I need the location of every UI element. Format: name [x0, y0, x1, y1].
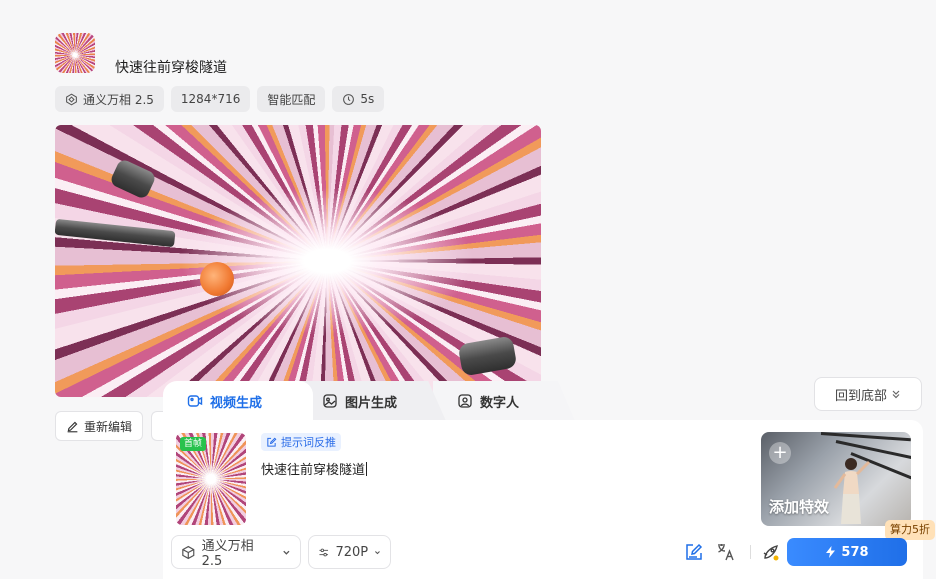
- duration-tag-label: 5s: [360, 92, 375, 106]
- back-to-bottom-label: 回到底部: [834, 388, 887, 404]
- generate-cost: 578: [841, 544, 869, 560]
- tunnel-pipe: [55, 218, 176, 248]
- discount-badge: 算力5折: [885, 520, 935, 540]
- toolbar-divider: [750, 545, 751, 559]
- translate-button[interactable]: [715, 541, 737, 563]
- resolution-select-value: 720P: [335, 544, 369, 560]
- model-select[interactable]: 通义万相 2.5: [171, 535, 301, 569]
- boost-button[interactable]: [760, 541, 782, 563]
- back-to-bottom-button[interactable]: 回到底部: [814, 377, 922, 411]
- tab-video-generation-label: 视频生成: [210, 395, 263, 411]
- tab-image-generation-label: 图片生成: [345, 395, 398, 411]
- tab-digital-human-label: 数字人: [480, 395, 520, 411]
- tunnel-light-orb: [200, 262, 234, 296]
- task-avatar: [55, 33, 95, 73]
- model-tag: 通义万相 2.5: [55, 86, 164, 112]
- composer-tabs: 数字人 图片生成 视频生成: [163, 381, 575, 421]
- image-icon: [323, 394, 337, 408]
- video-preview[interactable]: [55, 125, 541, 397]
- re-edit-label: 重新编辑: [84, 419, 133, 434]
- first-frame-thumbnail[interactable]: 首帧: [176, 433, 246, 525]
- edit-note-icon: [686, 543, 703, 560]
- task-title: 快速往前穿梭隧道: [115, 60, 227, 76]
- ratio-tag: 智能匹配: [257, 86, 326, 112]
- pencil-icon: [67, 421, 78, 432]
- resolution-tag-label: 1284*716: [180, 92, 241, 106]
- ceiling-beam: [820, 432, 911, 442]
- duration-tag: 5s: [332, 86, 385, 112]
- model-select-value: 通义万相 2.5: [201, 539, 254, 569]
- text-caret: [366, 462, 368, 476]
- clock-icon: [343, 93, 355, 105]
- chevron-down-icon: [283, 550, 290, 555]
- add-effect-card[interactable]: + 添加特效: [761, 432, 911, 526]
- re-edit-button[interactable]: 重新编辑: [55, 411, 144, 441]
- tab-digital-human[interactable]: 数字人: [433, 381, 575, 421]
- tunnel-pipe: [457, 335, 518, 377]
- sliders-icon: [319, 548, 329, 556]
- prompt-text: 快速往前穿梭隧道: [261, 463, 366, 478]
- prompt-edit-button[interactable]: [683, 541, 705, 563]
- add-effect-label: 添加特效: [769, 498, 830, 516]
- resolution-tag: 1284*716: [170, 86, 251, 112]
- task-meta-tags: 通义万相 2.5 1284*716 智能匹配 5s: [55, 86, 385, 112]
- lightning-icon: [826, 546, 836, 558]
- generate-button[interactable]: 578: [787, 538, 907, 566]
- digital-human-icon: [458, 394, 472, 408]
- cube-icon: [182, 545, 195, 559]
- prompt-reverse-label: 提示词反推: [281, 436, 336, 449]
- translate-icon: [718, 544, 734, 561]
- rocket-icon: [763, 545, 779, 561]
- edit-square-icon: [267, 437, 277, 447]
- tab-image-generation[interactable]: 图片生成: [298, 381, 446, 421]
- model-logo-icon: [66, 93, 77, 105]
- plus-icon: +: [769, 442, 791, 464]
- ratio-tag-label: 智能匹配: [267, 92, 316, 107]
- dancer-figure: [833, 458, 871, 524]
- resolution-select[interactable]: 720P: [308, 535, 391, 569]
- prompt-textarea[interactable]: 快速往前穿梭隧道: [261, 459, 741, 478]
- model-tag-label: 通义万相 2.5: [83, 92, 154, 107]
- prompt-reverse-button[interactable]: 提示词反推: [261, 433, 341, 451]
- chevron-down-icon: [375, 550, 380, 554]
- tunnel-pipe: [108, 157, 158, 201]
- first-frame-badge: 首帧: [180, 437, 207, 451]
- tab-video-generation[interactable]: 视频生成: [163, 381, 313, 421]
- video-icon: [187, 395, 203, 407]
- double-chevron-down-icon: [892, 390, 900, 399]
